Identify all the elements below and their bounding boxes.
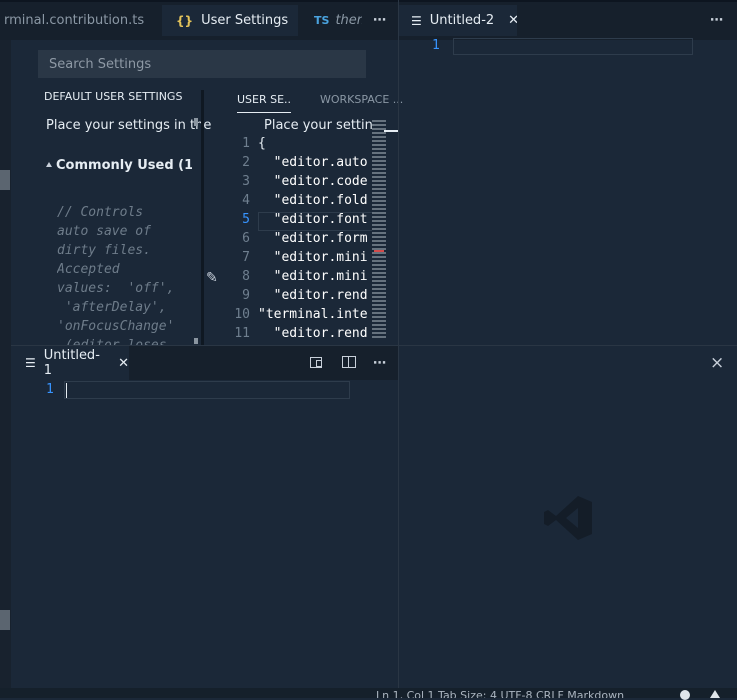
vscode-watermark-icon	[544, 496, 592, 540]
line-number: 10	[234, 307, 250, 322]
comment-line: Accepted	[57, 262, 120, 277]
edit-icon[interactable]: ✎	[206, 270, 218, 286]
json-editor[interactable]: 1 { 2 "editor.auto 3 "editor.code 4 "edi…	[228, 135, 374, 345]
minimap[interactable]	[372, 120, 386, 340]
comment-line: values: 'off',	[57, 281, 175, 296]
line-number: 2	[242, 155, 250, 170]
line-number: 1	[46, 382, 54, 397]
close-icon[interactable]: ✕	[508, 13, 517, 28]
code-line: "editor.form	[258, 231, 368, 246]
json-icon: {}	[176, 13, 194, 28]
comment-line: (editor loses	[57, 336, 197, 345]
tab-workspace-settings-scope[interactable]: WORKSPACE ...	[320, 93, 403, 106]
scrollbar[interactable]	[194, 338, 198, 344]
comment-line: 'onFocusChange'	[57, 319, 175, 334]
tab-user-settings-scope[interactable]: USER SE..	[237, 93, 292, 113]
vertical-split[interactable]	[398, 0, 399, 698]
code-line: "editor.rend	[258, 288, 368, 303]
more-actions-icon[interactable]: ⋯	[707, 10, 727, 30]
search-input[interactable]: Search Settings	[49, 57, 151, 72]
tab-label: User Settings	[201, 13, 289, 28]
comment-line: dirty files.	[57, 243, 151, 258]
bell-icon[interactable]	[710, 690, 720, 698]
minimap-marker	[374, 250, 384, 252]
line-number: 8	[242, 269, 250, 284]
search-settings-box[interactable]: Search Settings	[38, 50, 366, 78]
code-line: "editor.fold	[258, 193, 368, 208]
tab-label: Untitled-2	[429, 13, 495, 28]
activity-indicator[interactable]	[0, 610, 10, 630]
comment-line: 'afterDelay',	[57, 300, 167, 315]
tab-user-settings[interactable]: {} User Settings ✕	[162, 5, 298, 36]
file-icon: ☰	[25, 356, 36, 370]
code-line: "editor.font	[258, 212, 368, 227]
settings-intro: Place your setting	[264, 118, 374, 133]
line-number: 9	[242, 288, 250, 303]
setting-comment: // Controls auto save of dirty files. Ac…	[57, 203, 197, 345]
code-line: "terminal.inte	[258, 307, 368, 322]
code-line: "editor.code	[258, 174, 368, 189]
current-line-highlight	[453, 38, 693, 55]
tab-terminal-contribution[interactable]: rminal.contribution.ts	[0, 5, 162, 36]
activity-bar	[0, 0, 11, 698]
tab-label: rminal.contribution.ts	[4, 13, 145, 28]
line-number: 7	[242, 250, 250, 265]
code-line: "editor.rend	[258, 326, 368, 341]
open-preview-icon[interactable]	[310, 357, 322, 368]
status-bar: Ln 1, Col 1 Tab Size: 4 UTF-8 CRLF Markd…	[0, 688, 737, 698]
line-number: 1	[432, 38, 440, 53]
comment-line: // Controls	[57, 205, 144, 220]
current-line-highlight	[64, 381, 350, 399]
preview-glyph	[316, 360, 322, 367]
split-editor-icon[interactable]	[342, 356, 356, 368]
line-number: 4	[242, 193, 250, 208]
activity-indicator[interactable]	[0, 170, 10, 190]
split-line	[348, 357, 349, 367]
section-title[interactable]: Commonly Used (11	[56, 158, 192, 173]
close-group-icon[interactable]: ×	[710, 353, 724, 373]
tab-untitled-2[interactable]: ☰ Untitled-2 ✕	[399, 5, 517, 36]
settings-intro: Place your settings in the	[46, 118, 212, 133]
more-actions-icon[interactable]: ⋯	[370, 353, 390, 373]
line-number: 3	[242, 174, 250, 189]
default-settings-header: DEFAULT USER SETTINGS	[44, 90, 183, 103]
collapse-icon[interactable]	[46, 162, 52, 167]
code-line: {	[258, 136, 266, 151]
tab-untitled-1[interactable]: ☰ Untitled-1 ✕	[11, 346, 129, 380]
minimap-slider[interactable]	[384, 130, 398, 132]
text-cursor	[66, 383, 67, 398]
file-icon: ☰	[411, 13, 422, 28]
tab-label: Untitled-1	[43, 348, 100, 378]
scrollbar[interactable]	[194, 118, 198, 126]
tab-label: theme	[335, 13, 362, 28]
close-icon[interactable]: ✕	[118, 356, 129, 371]
pane-divider[interactable]	[201, 90, 204, 345]
code-line: "editor.mini	[258, 269, 368, 284]
line-number: 1	[242, 136, 250, 151]
comment-line: auto save of	[57, 224, 151, 239]
more-actions-icon[interactable]: ⋯	[370, 10, 390, 30]
line-number: 5	[242, 212, 250, 227]
line-number: 11	[234, 326, 250, 341]
status-text: Ln 1, Col 1 Tab Size: 4 UTF-8 CRLF Markd…	[376, 689, 625, 698]
line-number: 6	[242, 231, 250, 246]
code-line: "editor.mini	[258, 250, 368, 265]
code-line: "editor.auto	[258, 155, 368, 170]
smiley-icon[interactable]	[680, 690, 690, 700]
tab-theme[interactable]: TS theme	[298, 5, 362, 36]
typescript-icon: TS	[314, 14, 330, 27]
